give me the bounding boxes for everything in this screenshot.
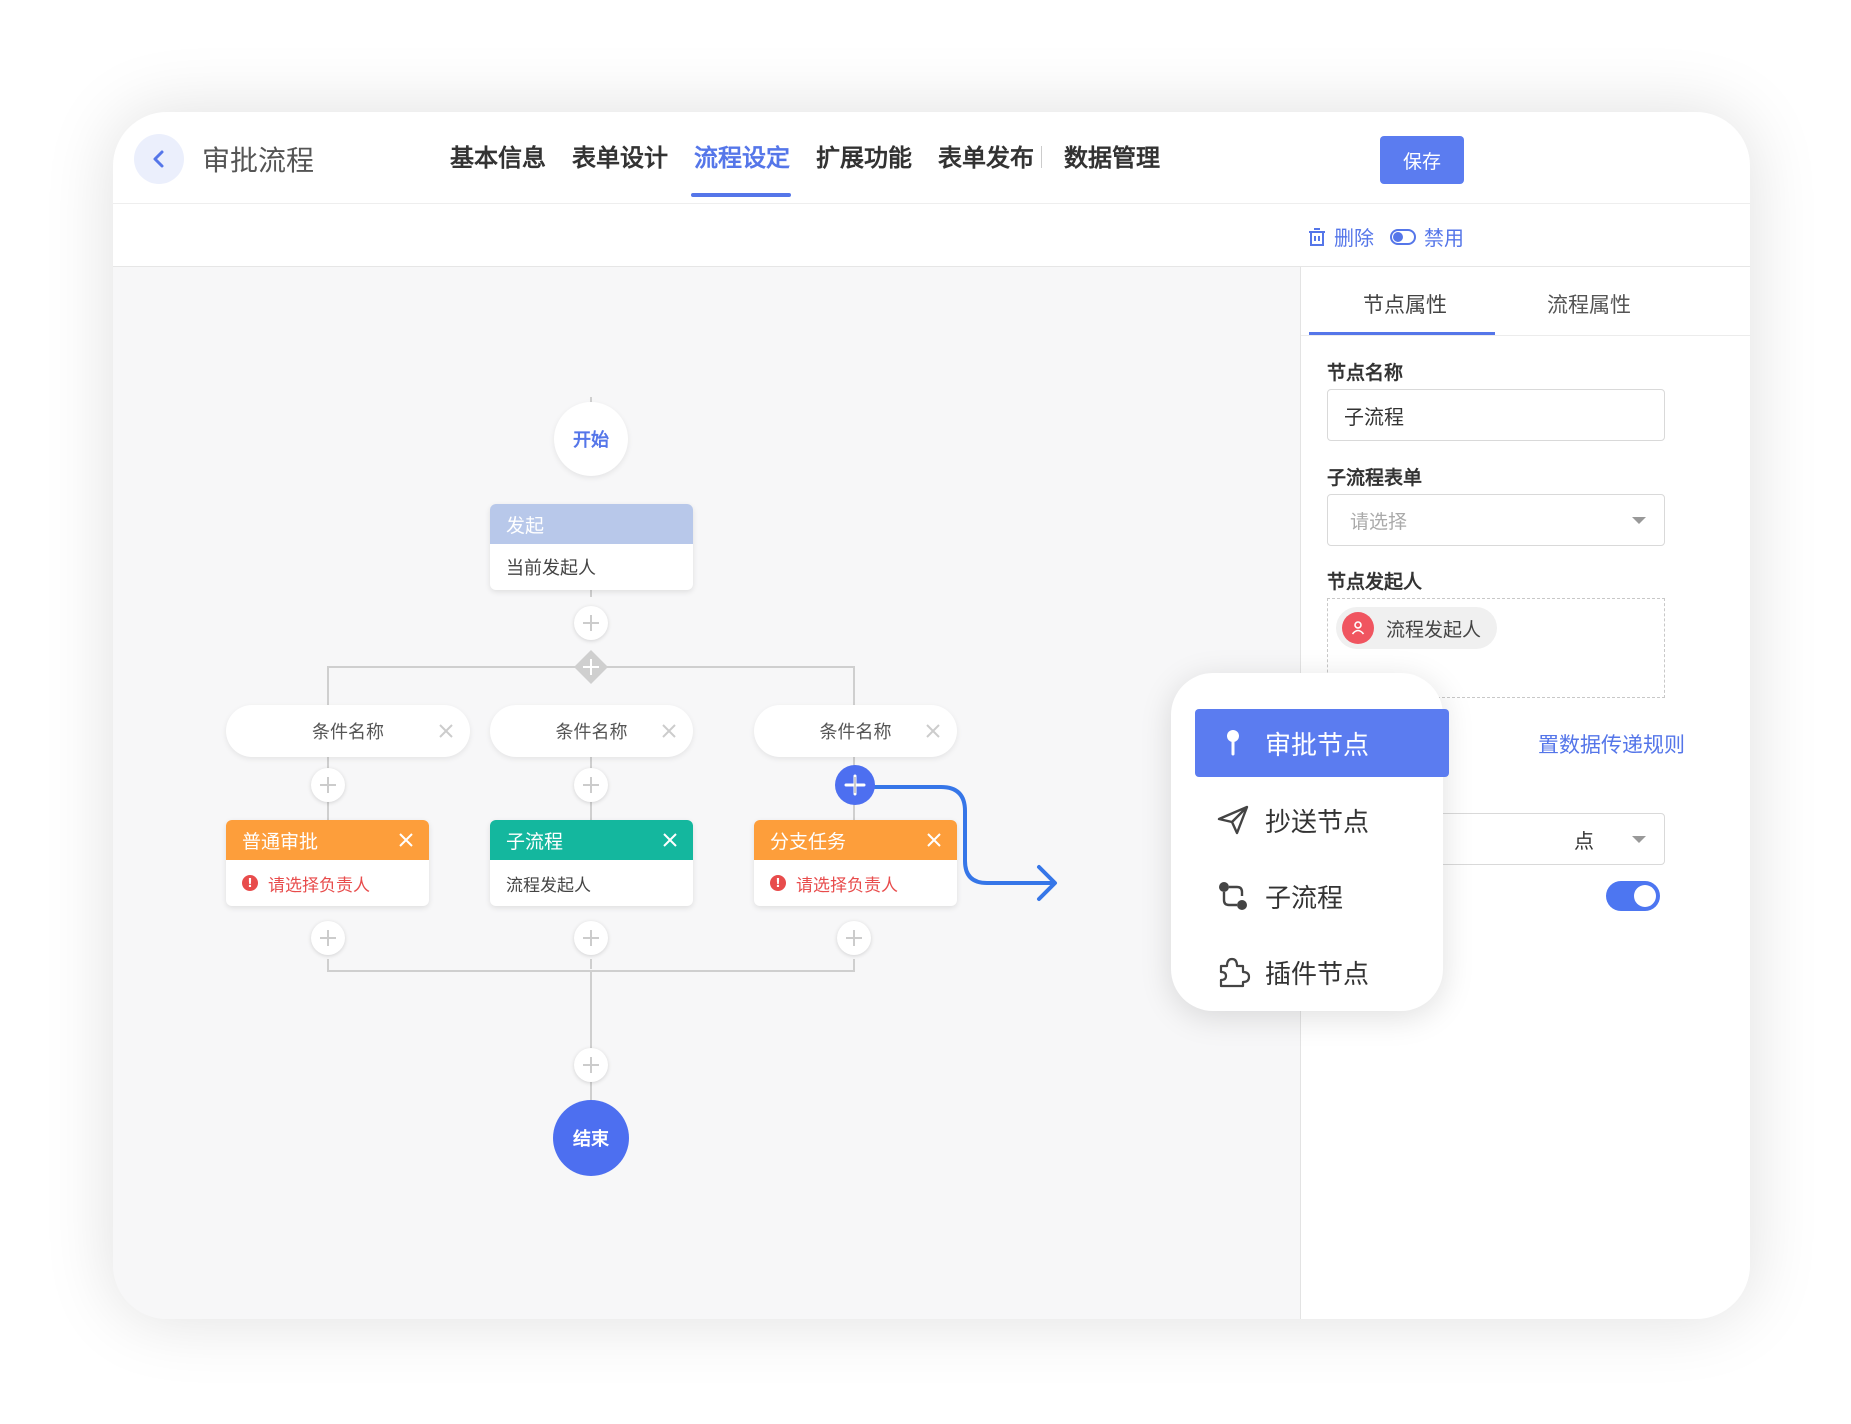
condition-node[interactable]: 条件名称 <box>490 705 693 757</box>
delete-label: 删除 <box>1334 226 1374 250</box>
tab-extensions[interactable]: 扩展功能 <box>816 138 912 173</box>
close-icon[interactable] <box>925 723 941 739</box>
menu-item-label: 审批节点 <box>1265 730 1370 761</box>
menu-item-plugin-node[interactable]: 插件节点 <box>1195 938 1449 1006</box>
error-icon: ! <box>242 875 258 891</box>
condition-label: 条件名称 <box>819 722 892 743</box>
condition-node[interactable]: 条件名称 <box>226 705 470 757</box>
close-icon[interactable] <box>661 831 679 849</box>
initiate-node[interactable]: 发起 当前发起人 <box>490 504 693 590</box>
add-node-button[interactable] <box>311 921 345 955</box>
add-node-button[interactable] <box>574 606 608 640</box>
subprocess-icon <box>1219 882 1247 910</box>
node-title: 子流程 <box>506 830 564 853</box>
tab-divider <box>1041 146 1042 168</box>
add-node-button[interactable] <box>574 768 608 802</box>
flow-canvas[interactable]: 开始 发起 当前发起人 条件名称 条件名称 条件名称 普通审批 ! 请选择负责人… <box>113 267 1300 1319</box>
initiate-node-title: 发起 <box>490 504 693 544</box>
node-error-text: 请选择负责人 <box>268 875 370 896</box>
back-button[interactable] <box>134 134 184 184</box>
approval-node[interactable]: 普通审批 ! 请选择负责人 <box>226 820 429 906</box>
tab-process-properties[interactable]: 流程属性 <box>1547 289 1631 319</box>
top-bar: 审批流程 基本信息 表单设计 流程设定 扩展功能 表单发布 数据管理 保存 <box>113 112 1750 204</box>
chevron-down-icon <box>1632 836 1646 843</box>
menu-item-label: 插件节点 <box>1265 959 1370 990</box>
subflow-form-select[interactable]: 请选择 <box>1327 494 1665 546</box>
disable-label: 禁用 <box>1424 226 1464 250</box>
node-header: 子流程 <box>490 820 693 860</box>
tab-form-design[interactable]: 表单设计 <box>572 138 668 173</box>
error-icon: ! <box>770 875 786 891</box>
condition-label: 条件名称 <box>555 722 628 743</box>
tab-process-settings[interactable]: 流程设定 <box>694 138 790 173</box>
start-node[interactable]: 开始 <box>554 402 628 476</box>
add-node-button[interactable] <box>574 921 608 955</box>
puzzle-icon <box>1219 957 1251 988</box>
node-header: 普通审批 <box>226 820 429 860</box>
save-button[interactable]: 保存 <box>1380 136 1464 184</box>
menu-item-approval-node[interactable]: 审批节点 <box>1195 709 1449 777</box>
node-body: ! 请选择负责人 <box>754 860 957 906</box>
tab-form-publish[interactable]: 表单发布 <box>938 138 1034 173</box>
node-body: 流程发起人 <box>506 875 591 896</box>
condition-node[interactable]: 条件名称 <box>754 705 957 757</box>
close-icon[interactable] <box>397 831 415 849</box>
enable-switch[interactable] <box>1606 881 1660 911</box>
tab-data-management[interactable]: 数据管理 <box>1064 138 1160 173</box>
toggle-icon <box>1390 228 1416 245</box>
switch-knob <box>1634 885 1656 907</box>
menu-item-label: 子流程 <box>1265 883 1344 914</box>
trash-icon <box>1309 227 1325 246</box>
tab-basic-info[interactable]: 基本信息 <box>450 138 546 173</box>
pin-icon <box>1227 730 1239 756</box>
menu-item-label: 抄送节点 <box>1265 807 1370 838</box>
panel-tab-divider <box>1301 335 1750 336</box>
app-window: 审批流程 基本信息 表单设计 流程设定 扩展功能 表单发布 数据管理 保存 删除… <box>113 112 1750 1319</box>
node-title: 分支任务 <box>770 830 847 853</box>
add-node-menu: 审批节点 抄送节点 子流程 插件节点 <box>1171 673 1449 1011</box>
chevron-left-icon <box>153 150 164 168</box>
data-transfer-rule-link[interactable]: 置数据传递规则 <box>1538 729 1685 759</box>
menu-item-subprocess[interactable]: 子流程 <box>1195 862 1449 930</box>
close-icon[interactable] <box>438 723 454 739</box>
condition-label: 条件名称 <box>312 722 384 743</box>
node-title: 普通审批 <box>242 830 319 853</box>
node-header: 分支任务 <box>754 820 957 860</box>
close-icon[interactable] <box>925 831 943 849</box>
add-node-button-active[interactable] <box>835 765 875 805</box>
add-node-button[interactable] <box>311 768 345 802</box>
active-tab-indicator <box>691 193 791 197</box>
subflow-form-label: 子流程表单 <box>1327 467 1423 489</box>
subprocess-node[interactable]: 子流程 流程发起人 <box>490 820 693 906</box>
subflow-form-placeholder: 请选择 <box>1350 510 1408 533</box>
delete-button[interactable]: 删除 <box>1308 222 1374 251</box>
node-name-label: 节点名称 <box>1327 362 1404 384</box>
node-initiator-label: 节点发起人 <box>1327 571 1423 593</box>
tab-node-properties[interactable]: 节点属性 <box>1363 289 1447 319</box>
close-icon[interactable] <box>661 723 677 739</box>
node-toolbar: 删除 禁用 <box>113 204 1750 267</box>
initiator-chip-label: 流程发起人 <box>1386 618 1482 641</box>
node-name-input[interactable]: 子流程 <box>1327 389 1665 441</box>
branch-task-node[interactable]: 分支任务 ! 请选择负责人 <box>754 820 957 906</box>
initiator-chip[interactable]: 流程发起人 <box>1336 607 1498 649</box>
add-node-button[interactable] <box>574 1048 608 1082</box>
user-icon <box>1342 612 1374 644</box>
send-icon <box>1217 805 1249 835</box>
disable-toggle[interactable]: 禁用 <box>1390 222 1464 251</box>
flow-connectors <box>327 397 1057 1101</box>
chevron-down-icon <box>1632 517 1646 524</box>
plus-icon <box>844 774 866 796</box>
add-node-button[interactable] <box>837 921 871 955</box>
end-node[interactable]: 结束 <box>553 1100 629 1176</box>
page-title: 审批流程 <box>202 144 315 177</box>
partial-select-value: 点 <box>1574 828 1594 853</box>
initiate-node-body: 当前发起人 <box>506 558 596 579</box>
node-error-text: 请选择负责人 <box>796 875 898 896</box>
node-body: ! 请选择负责人 <box>226 860 429 906</box>
active-panel-tab-indicator <box>1309 332 1495 335</box>
menu-item-cc-node[interactable]: 抄送节点 <box>1195 786 1449 854</box>
